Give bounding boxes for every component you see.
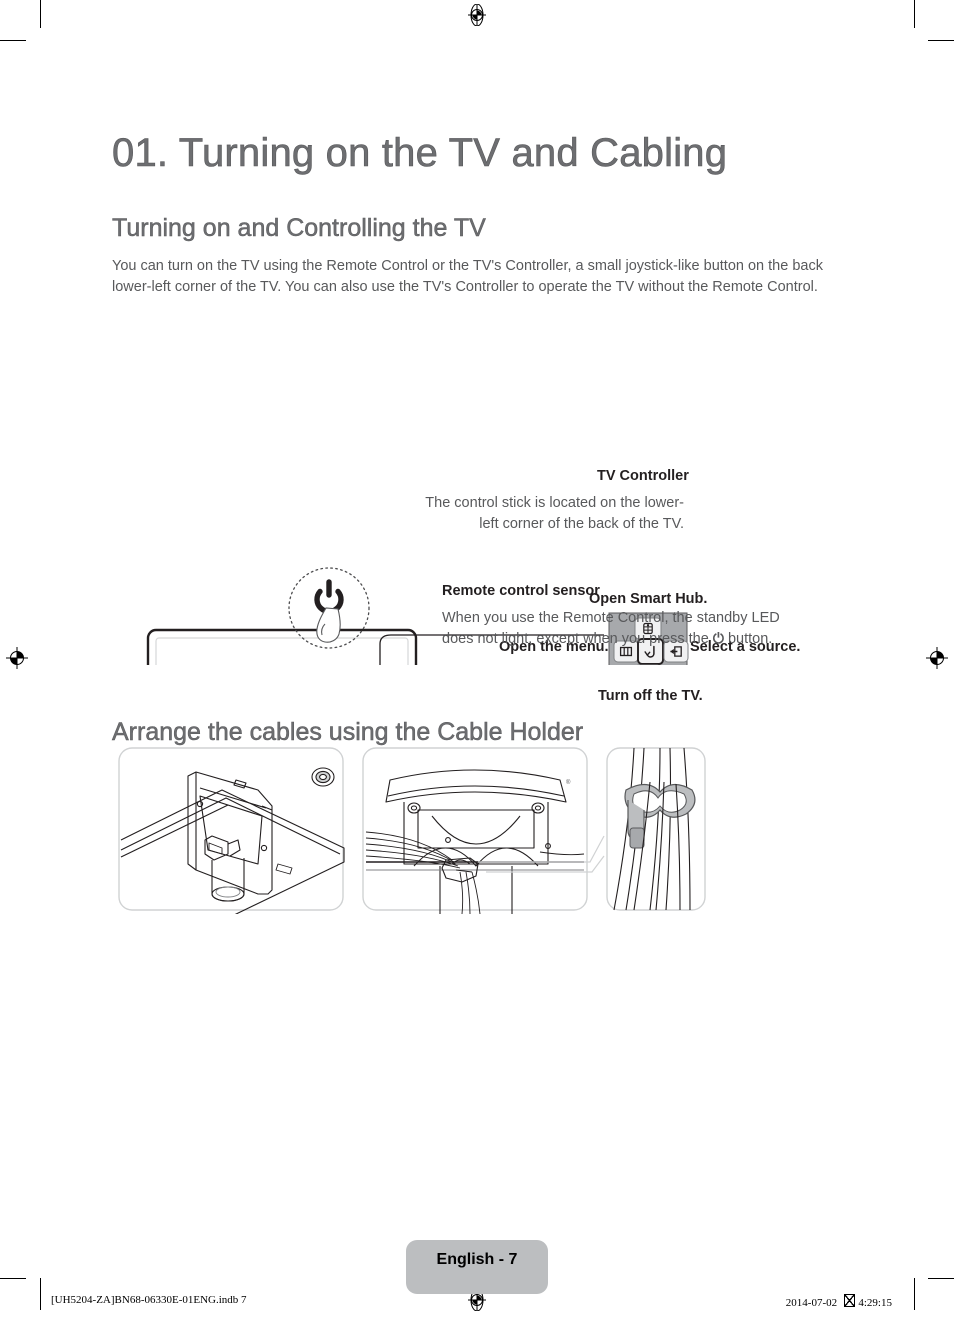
- label-tv-controller: TV Controller: [597, 468, 689, 484]
- cable-holder-artwork: ®: [118, 747, 706, 917]
- power-symbol-inline: ⏻: [712, 631, 724, 647]
- print-timestamp: 2014-07-02 4:29:15: [786, 1294, 892, 1309]
- cable-holder-panels: ®: [0, 744, 954, 917]
- label-turn-off-the-tv: Turn off the TV.: [598, 688, 703, 704]
- text-tv-controller-description: The control stick is located on the lowe…: [425, 495, 684, 532]
- cable-holder-closeup-view: [606, 747, 706, 911]
- print-time: 4:29:15: [858, 1297, 892, 1309]
- finger-illustration: [316, 607, 341, 643]
- page-number-label: English - 7: [436, 1251, 518, 1268]
- print-file-name: [UH5204-ZA]BN68-06330E-01ENG.indb 7: [51, 1294, 247, 1306]
- missing-glyph-box: [843, 1294, 855, 1307]
- power-icon-callout: [314, 579, 344, 615]
- page-number-badge: English - 7: [406, 1240, 548, 1294]
- chapter-title: 01. Turning on the TV and Cabling: [112, 130, 728, 175]
- print-date: 2014-07-02: [785, 1297, 838, 1309]
- svg-text:®: ®: [566, 779, 571, 786]
- tv-illustration: SAMSUNG: [146, 628, 418, 665]
- label-open-smart-hub: Open Smart Hub.: [589, 591, 708, 607]
- section-heading-turning-on: Turning on and Controlling the TV: [112, 213, 486, 243]
- section-heading-cable-holder: Arrange the cables using the Cable Holde…: [112, 717, 584, 747]
- cable-holder-stand-view: [118, 747, 345, 917]
- text-remote-sensor-description: When you use the Remote Control, the sta…: [442, 608, 798, 650]
- cable-holder-rear-view: ®: [362, 747, 588, 915]
- label-remote-control-sensor: Remote control sensor: [442, 583, 600, 599]
- remote-description-after: button.: [727, 631, 773, 647]
- manual-page: 01. Turning on the TV and Cabling Turnin…: [0, 0, 954, 1321]
